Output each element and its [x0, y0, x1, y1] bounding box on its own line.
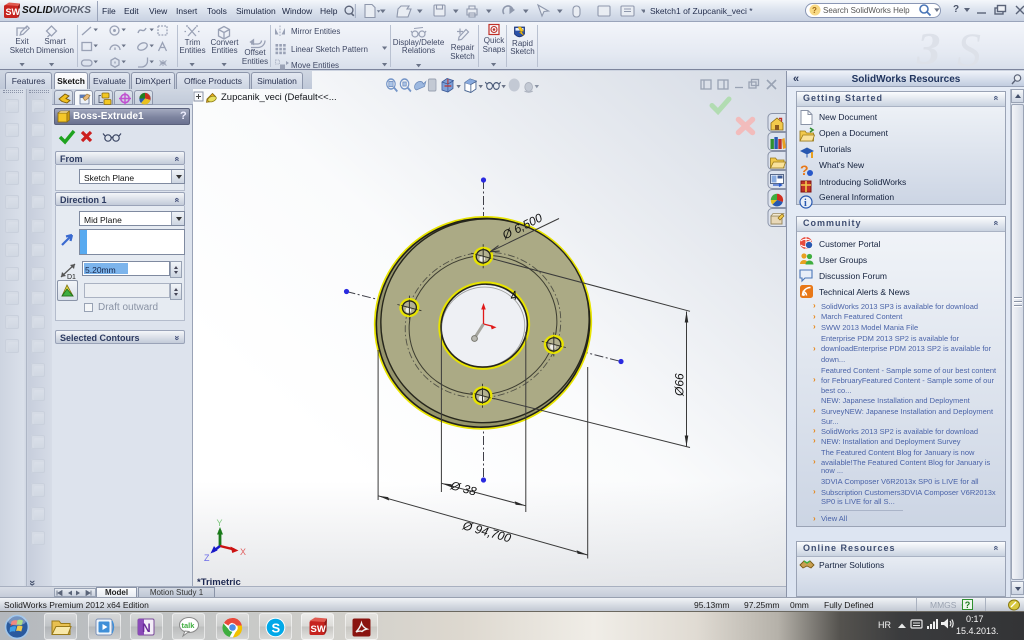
svg-text:Z: Z: [204, 553, 210, 563]
svg-text:Ø66: Ø66: [673, 373, 687, 397]
svg-text:?: ?: [812, 6, 817, 15]
svg-text:S: S: [272, 621, 281, 636]
svg-text:X: X: [240, 547, 246, 557]
svg-text:talk: talk: [182, 621, 196, 630]
svg-text:SW: SW: [311, 624, 326, 635]
svg-text:З: З: [916, 23, 940, 69]
svg-text:N: N: [142, 621, 151, 635]
svg-text:i: i: [804, 198, 807, 209]
svg-text:Zupcanik_veci (Default<<...: Zupcanik_veci (Default<<...: [221, 92, 337, 103]
svg-text:?: ?: [800, 162, 809, 178]
svg-text:S: S: [957, 24, 981, 69]
svg-text:SW: SW: [6, 7, 21, 17]
svg-text:Y: Y: [217, 518, 223, 528]
